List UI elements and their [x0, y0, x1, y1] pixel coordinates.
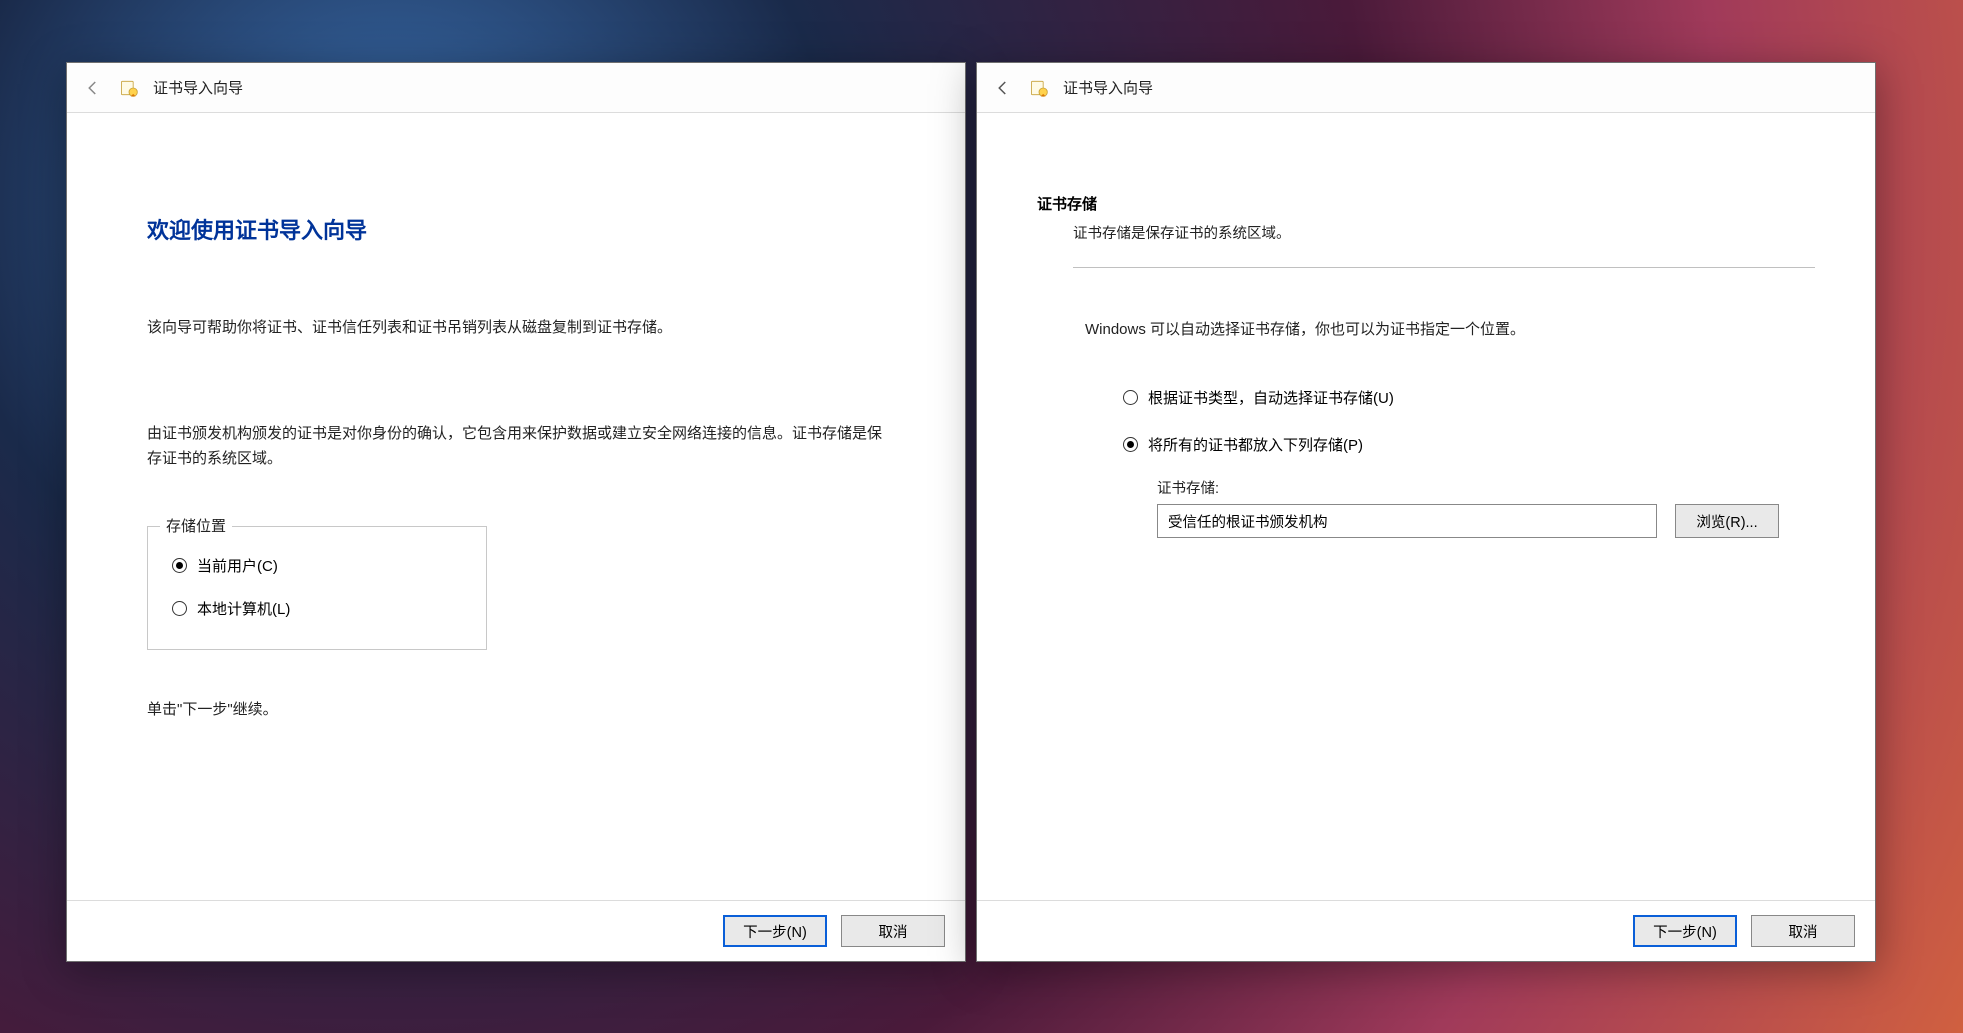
radio-icon: [1123, 437, 1138, 452]
intro-paragraph-2: 由证书颁发机构颁发的证书是对你身份的确认，它包含用来保护数据或建立安全网络连接的…: [147, 421, 885, 472]
back-icon[interactable]: [991, 76, 1015, 100]
next-button[interactable]: 下一步(N): [723, 915, 827, 947]
certificate-store-input[interactable]: [1157, 504, 1657, 538]
radio-manual-store[interactable]: 将所有的证书都放入下列存储(P): [1123, 434, 1815, 455]
store-radio-group: 根据证书类型，自动选择证书存储(U) 将所有的证书都放入下列存储(P): [1123, 387, 1815, 455]
store-location-fieldset: 存储位置 当前用户(C) 本地计算机(L): [147, 526, 487, 650]
footer: 下一步(N) 取消: [977, 900, 1875, 961]
section-title: 证书存储: [1037, 193, 1815, 214]
intro-paragraph-1: 该向导可帮助你将证书、证书信任列表和证书吊销列表从磁盘复制到证书存储。: [147, 315, 885, 341]
cancel-button[interactable]: 取消: [841, 915, 945, 947]
continue-hint: 单击"下一步"继续。: [147, 698, 885, 719]
window-title: 证书导入向导: [1063, 77, 1153, 98]
radio-local-machine[interactable]: 本地计算机(L): [172, 598, 462, 619]
cancel-button[interactable]: 取消: [1751, 915, 1855, 947]
wizard-window-store: 证书导入向导 证书存储 证书存储是保存证书的系统区域。 Windows 可以自动…: [976, 62, 1876, 962]
fieldset-legend: 存储位置: [160, 515, 232, 536]
radio-label: 根据证书类型，自动选择证书存储(U): [1148, 387, 1394, 408]
radio-icon: [1123, 390, 1138, 405]
titlebar: 证书导入向导: [977, 63, 1875, 113]
radio-label: 本地计算机(L): [197, 598, 290, 619]
radio-current-user[interactable]: 当前用户(C): [172, 555, 462, 576]
titlebar: 证书导入向导: [67, 63, 965, 113]
content-area: 证书存储 证书存储是保存证书的系统区域。 Windows 可以自动选择证书存储，…: [977, 113, 1875, 900]
certificate-icon: [1029, 78, 1049, 98]
instruction-text: Windows 可以自动选择证书存储，你也可以为证书指定一个位置。: [1085, 318, 1815, 339]
store-field-label: 证书存储:: [1157, 477, 1815, 498]
radio-label: 将所有的证书都放入下列存储(P): [1148, 434, 1363, 455]
radio-icon: [172, 558, 187, 573]
footer: 下一步(N) 取消: [67, 900, 965, 961]
radio-auto-select-store[interactable]: 根据证书类型，自动选择证书存储(U): [1123, 387, 1815, 408]
content-area: 欢迎使用证书导入向导 该向导可帮助你将证书、证书信任列表和证书吊销列表从磁盘复制…: [67, 113, 965, 900]
back-icon: [81, 76, 105, 100]
window-title: 证书导入向导: [153, 77, 243, 98]
page-title: 欢迎使用证书导入向导: [147, 213, 885, 245]
browse-button[interactable]: 浏览(R)...: [1675, 504, 1779, 538]
certificate-icon: [119, 78, 139, 98]
radio-icon: [172, 601, 187, 616]
radio-label: 当前用户(C): [197, 555, 278, 576]
store-selection-area: 证书存储: 浏览(R)...: [1157, 477, 1815, 538]
section-description: 证书存储是保存证书的系统区域。: [1073, 222, 1815, 268]
next-button[interactable]: 下一步(N): [1633, 915, 1737, 947]
wizard-window-welcome: 证书导入向导 欢迎使用证书导入向导 该向导可帮助你将证书、证书信任列表和证书吊销…: [66, 62, 966, 962]
